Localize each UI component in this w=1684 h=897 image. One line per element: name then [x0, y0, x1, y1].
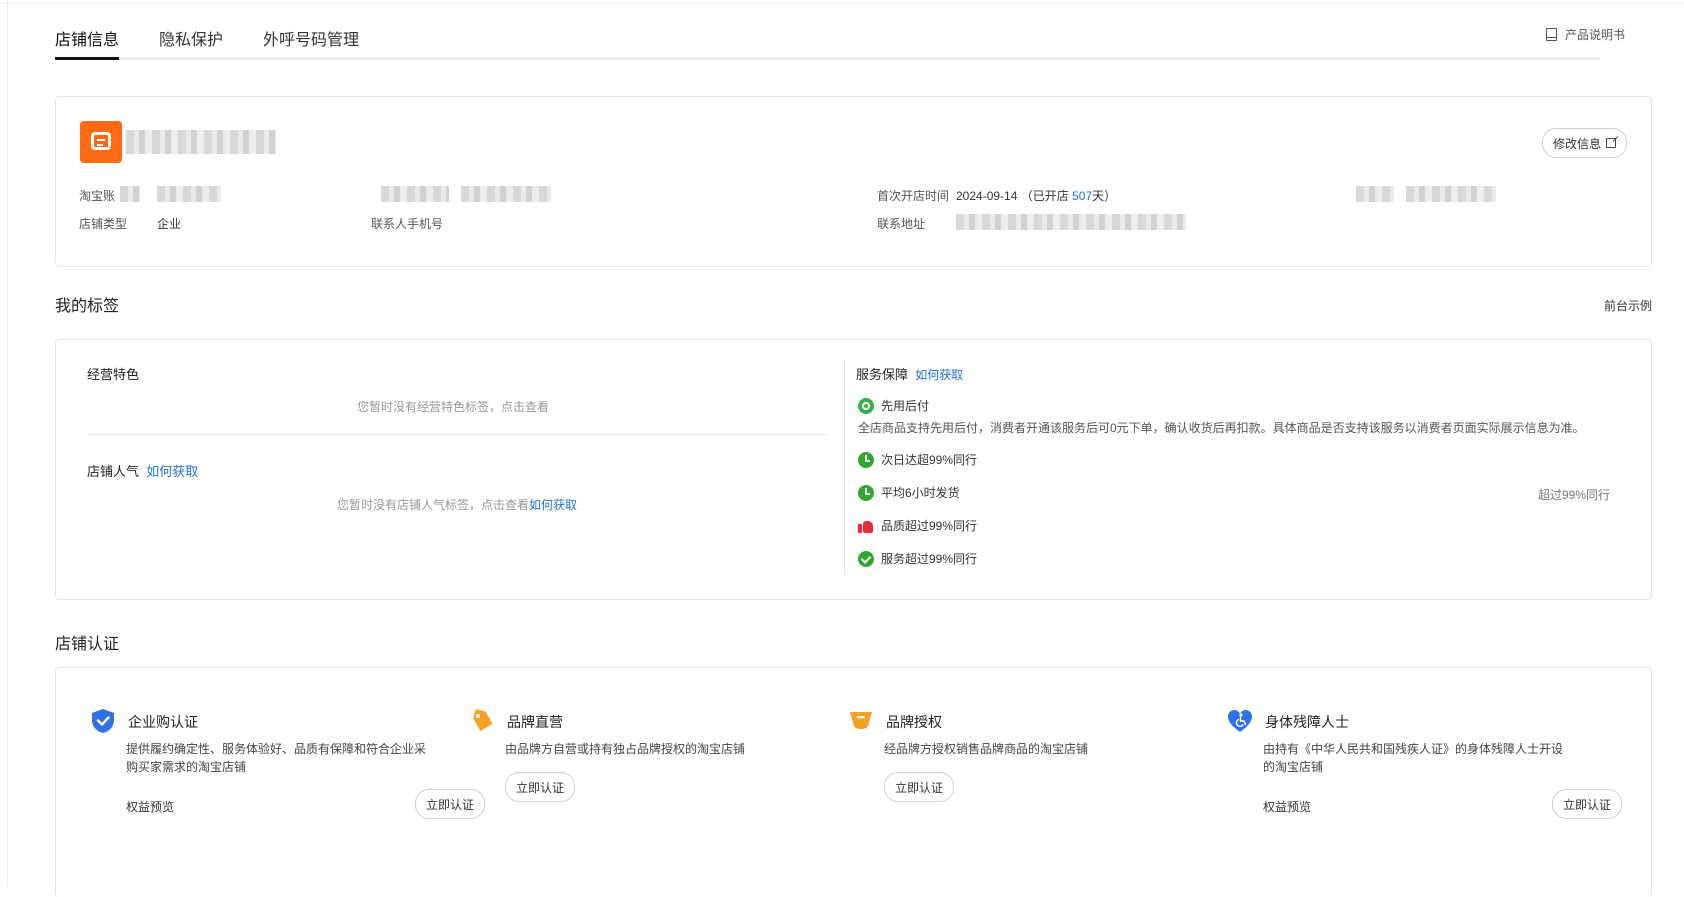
popularity-empty-how-to-link[interactable]: 如何获取	[529, 498, 577, 512]
product-manual-label: 产品说明书	[1564, 28, 1625, 42]
cert-item-disability: 身体残障人士 由持有《中华人民共和国残疾人证》的身体残障人士开设的淘宝店铺 权益…	[1227, 668, 1623, 868]
brand-tag-icon	[473, 709, 493, 731]
cert-desc: 由品牌方自营或持有独占品牌授权的淘宝店铺	[505, 742, 746, 756]
tab-active-indicator	[55, 57, 119, 60]
clock-icon	[858, 451, 874, 468]
shop-name-redacted	[126, 130, 276, 154]
cert-desc: 经品牌方授权销售品牌商品的淘宝店铺	[884, 742, 1089, 756]
certify-now-button[interactable]: 立即认证	[1552, 789, 1623, 819]
benefits-preview-link[interactable]: 权益预览	[126, 798, 174, 815]
taobao-account-label: 淘宝账	[79, 189, 116, 203]
badge-icon	[858, 397, 874, 414]
address-label: 联系地址	[877, 217, 926, 231]
cert-card: 企业购认证 提供履约确定性、服务体验好、品质有保障和符合企业采购买家需求的淘宝店…	[55, 667, 1652, 897]
first-open-value: 2024-09-14 （已开店 507天）	[956, 189, 1117, 203]
business-feature-title: 经营特色	[87, 367, 140, 382]
field-value-redacted-right	[1406, 186, 1496, 202]
cert-title: 品牌直营	[507, 714, 563, 730]
my-tags-title: 我的标签	[55, 298, 120, 315]
address-redacted	[956, 214, 1186, 230]
edit-info-button[interactable]: 修改信息	[1541, 128, 1627, 158]
shop-type-value: 企业	[157, 217, 182, 231]
check-icon	[858, 550, 874, 567]
business-feature-empty-tip[interactable]: 您暂时没有经营特色标签，点击查看	[357, 398, 549, 415]
taobao-account-value-redacted	[157, 186, 221, 202]
service-item-pay-later: 先用后付	[858, 397, 929, 414]
shop-info-page: 店铺信息 隐私保护 外呼号码管理 产品说明书 修改信息 淘宝账 首次开店时间 2…	[0, 0, 1684, 897]
benefits-preview-link[interactable]: 权益预览	[1263, 798, 1311, 815]
book-icon	[1545, 28, 1557, 41]
cert-desc: 提供履约确定性、服务体验好、品质有保障和符合企业采购买家需求的淘宝店铺	[126, 742, 427, 774]
taobao-account-redacted	[120, 186, 140, 202]
shield-check-icon	[92, 709, 114, 733]
cert-desc: 由持有《中华人民共和国残疾人证》的身体残障人士开设的淘宝店铺	[1263, 742, 1564, 774]
popularity-empty-tip: 您暂时没有店铺人气标签，点击查看如何获取	[337, 498, 578, 512]
cert-item-brand-direct: 品牌直营 由品牌方自营或持有独占品牌授权的淘宝店铺 立即认证	[469, 668, 809, 868]
thumbs-up-icon	[858, 518, 874, 534]
brand-auth-icon	[850, 712, 872, 729]
clock-icon	[858, 484, 874, 501]
open-days: 507	[1072, 189, 1093, 203]
popularity-how-to-link[interactable]: 如何获取	[146, 464, 198, 479]
cert-title: 身体残障人士	[1265, 714, 1349, 730]
certify-now-button[interactable]: 立即认证	[505, 772, 576, 802]
certify-now-button[interactable]: 立即认证	[884, 772, 955, 802]
field-redacted	[381, 186, 449, 202]
tab-shop-info[interactable]: 店铺信息	[55, 26, 119, 50]
first-open-label: 首次开店时间	[877, 189, 950, 203]
shop-cert-title: 店铺认证	[55, 636, 120, 653]
external-link-icon	[1606, 138, 1616, 148]
front-example-link[interactable]: 前台示例	[1604, 297, 1652, 314]
cert-title: 企业购认证	[128, 714, 198, 730]
accessibility-heart-icon	[1228, 710, 1252, 732]
contact-phone-label: 联系人手机号	[371, 217, 444, 231]
top-divider	[0, 3, 1684, 4]
service-item-ship-6h: 平均6小时发货	[858, 484, 960, 501]
edit-info-label: 修改信息	[1552, 136, 1601, 151]
service-item-quality: 品质超过99%同行	[858, 517, 977, 534]
shop-info-card: 修改信息 淘宝账 首次开店时间 2024-09-14 （已开店 507天） 店铺…	[55, 96, 1652, 267]
ship-6h-rank: 超过99%同行	[1538, 488, 1611, 502]
service-item-next-day: 次日达超99%同行	[858, 451, 977, 468]
cert-item-enterprise: 企业购认证 提供履约确定性、服务体验好、品质有保障和符合企业采购买家需求的淘宝店…	[90, 668, 486, 868]
tab-privacy[interactable]: 隐私保护	[159, 26, 223, 50]
shop-type-label: 店铺类型	[79, 217, 128, 231]
shop-logo	[80, 121, 122, 163]
tags-card: 经营特色 您暂时没有经营特色标签，点击查看 店铺人气 如何获取 您暂时没有店铺人…	[55, 339, 1652, 600]
service-how-to-link[interactable]: 如何获取	[915, 368, 963, 382]
cert-title: 品牌授权	[886, 714, 942, 730]
tags-divider	[87, 434, 827, 435]
tab-underline	[55, 57, 1600, 60]
tab-bar: 店铺信息 隐私保护 外呼号码管理 产品说明书	[55, 20, 1655, 60]
field-value-redacted	[461, 186, 551, 202]
left-divider	[7, 0, 8, 886]
cert-item-brand-auth: 品牌授权 经品牌方授权销售品牌商品的淘宝店铺 立即认证	[848, 668, 1188, 868]
popularity-title: 店铺人气 如何获取	[87, 464, 199, 479]
service-title: 服务保障 如何获取	[856, 367, 964, 382]
tab-outbound-number[interactable]: 外呼号码管理	[263, 26, 359, 50]
pay-later-desc: 全店商品支持先用后付，消费者开通该服务后可0元下单，确认收货后再扣款。具体商品是…	[858, 421, 1585, 435]
product-manual-link[interactable]: 产品说明书	[1545, 26, 1625, 43]
service-item-service: 服务超过99%同行	[858, 550, 977, 567]
tags-vertical-divider	[844, 360, 845, 575]
field-redacted-right	[1356, 186, 1394, 202]
